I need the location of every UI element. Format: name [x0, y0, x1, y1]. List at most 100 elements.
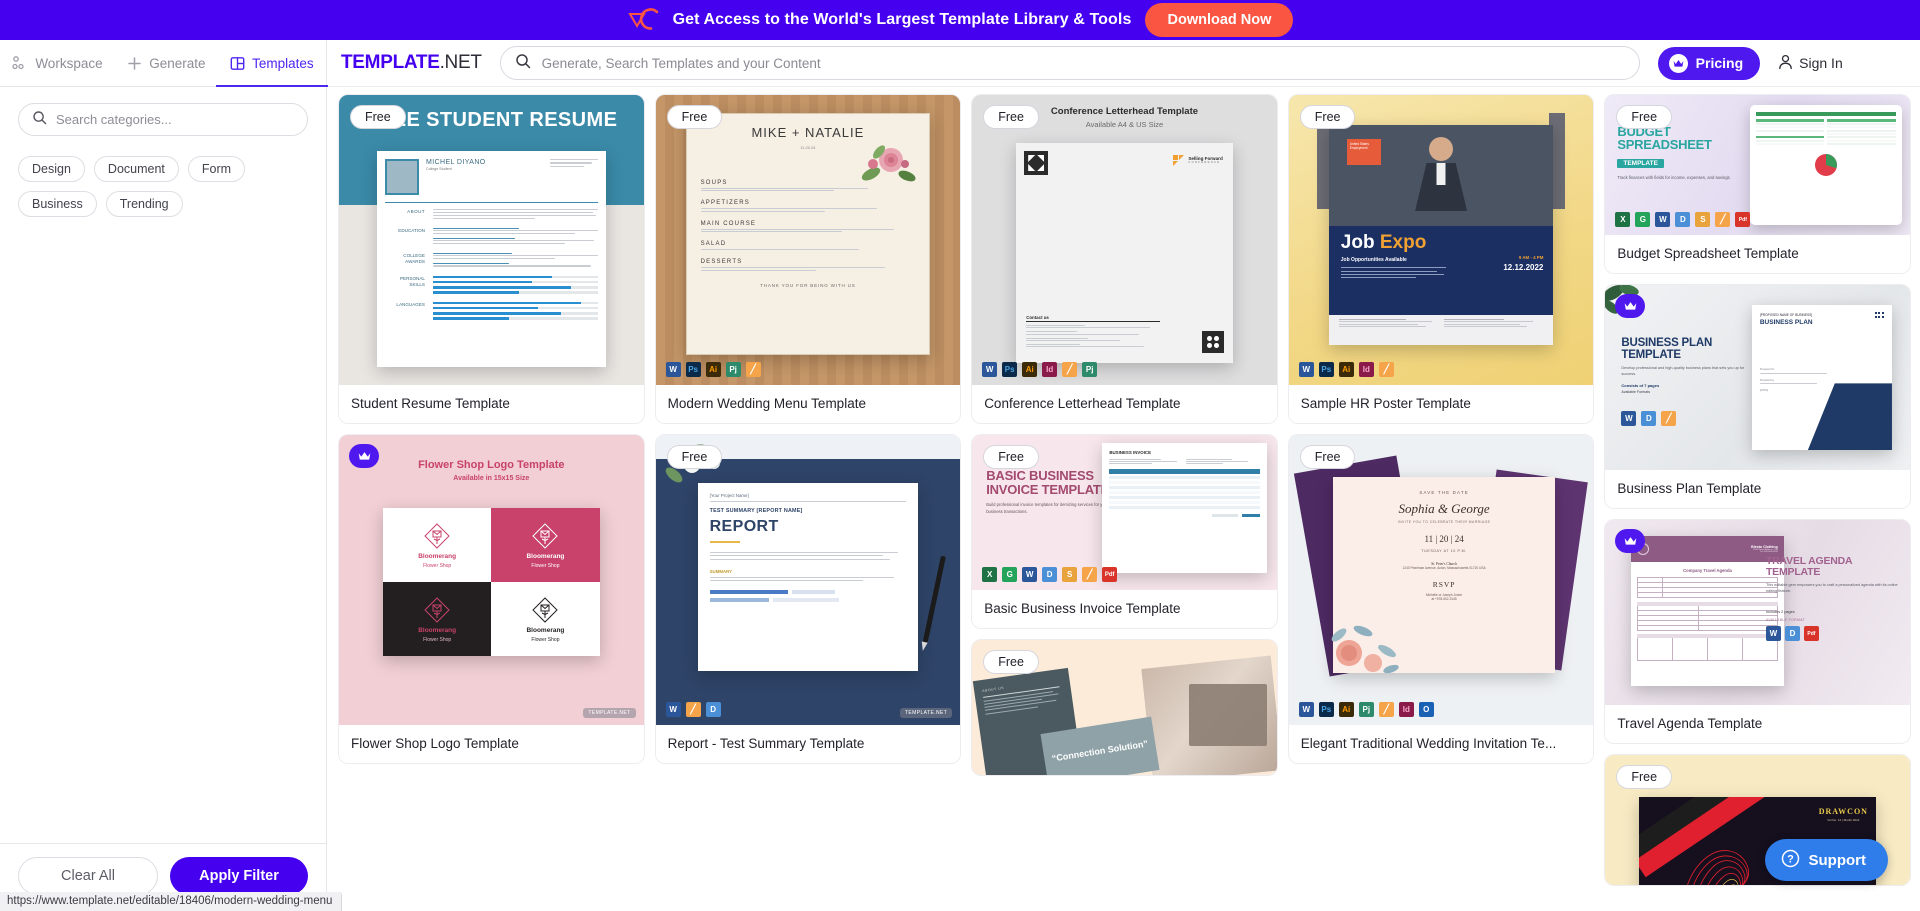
card-thumbnail: SAVE THE DATE Sophia & George INVITE YOU… — [1288, 435, 1594, 725]
pricing-label: Pricing — [1695, 55, 1744, 71]
card-art-tag: TEMPLATE — [1617, 158, 1664, 168]
card-art-brandsub: Flower Shop — [423, 636, 452, 643]
category-search[interactable] — [18, 103, 308, 136]
templates-grid-container[interactable]: FREE STUDENT RESUME MICHEL DIYANO Colleg… — [327, 87, 1920, 911]
search-input[interactable] — [541, 55, 1625, 71]
card-thumbnail: MIKE + NATALIE 11.20.24 SOUPS APPETIZERS… — [655, 95, 961, 385]
badge-premium-crown-icon — [1615, 529, 1646, 553]
format-icon-slides: S — [1062, 567, 1078, 582]
chip-form[interactable]: Form — [187, 156, 246, 182]
clear-all-button[interactable]: Clear All — [18, 857, 158, 895]
template-card-connection-solution[interactable]: ABOUT US “Connection Solution” Free — [972, 640, 1277, 775]
tab-generate[interactable]: Generate — [121, 40, 211, 86]
card-art-sub1: Job Opportunities Available — [1340, 257, 1407, 263]
crown-icon — [1668, 53, 1688, 73]
card-thumbnail: Blesto Clothing 1234 Street Address, Cit… — [1605, 520, 1910, 705]
format-icon-docs: D — [1042, 567, 1058, 582]
promo-text: Get Access to the World's Largest Templa… — [672, 11, 1132, 28]
card-art-line1: [Your Project Name] — [709, 493, 749, 498]
card-art-line2: TEST SUMMARY [REPORT NAME] — [709, 508, 803, 514]
format-icon-word: W — [982, 362, 998, 377]
card-art-desc: This editable gem empowers you to craft … — [1765, 583, 1898, 593]
card-art-person: MICHEL DIYANO — [426, 159, 486, 166]
question-mark-icon: ? — [1781, 849, 1800, 872]
format-icon-excel: X — [1615, 212, 1631, 227]
card-title: Flower Shop Logo Template — [339, 725, 644, 763]
template-card-budget-spreadsheet[interactable]: BUDGET SPREADSHEET TEMPLATE Track financ… — [1605, 95, 1910, 273]
tab-templates[interactable]: Templates — [216, 40, 328, 87]
card-art-brandsub: Flower Shop — [531, 636, 560, 643]
format-icon-pdf: Pdf — [1803, 626, 1819, 642]
template-card-business-plan[interactable]: BUSINESS PLAN TEMPLATE Develop professio… — [1605, 285, 1910, 508]
badge-free: Free — [1299, 105, 1356, 129]
template-card-student-resume[interactable]: FREE STUDENT RESUME MICHEL DIYANO Colleg… — [339, 95, 644, 423]
format-icon-slides: S — [1695, 212, 1711, 227]
card-art-address: 1240 Pearlman Avenue, Acton, Massachuset… — [1402, 566, 1486, 570]
card-art-rsvp: RSVP — [1432, 580, 1456, 590]
chip-design[interactable]: Design — [18, 156, 85, 182]
support-button[interactable]: ? Support — [1764, 839, 1888, 881]
format-icon-word: W — [1765, 626, 1781, 642]
card-title: Sample HR Poster Template — [1288, 385, 1594, 423]
card-art-pages: Includes 2 pages — [1765, 610, 1795, 615]
format-icon-illustrator: Ai — [1022, 362, 1038, 377]
card-art-contact-label: Contact us — [1026, 315, 1049, 321]
format-icons: W Ps Ai Pj ╱ Id O — [1298, 702, 1434, 717]
template-card-sample-hr-poster[interactable]: United States Employment Job Expo Job Op… — [1288, 95, 1594, 423]
tab-workspace[interactable]: Workspace — [6, 40, 108, 86]
card-art-desc: Develop professional and high-quality bu… — [1621, 366, 1745, 376]
card-art-date: 11 | 20 | 24 — [1424, 534, 1464, 544]
card-art-section: APPETIZERS — [700, 200, 750, 207]
format-icon-illustrator: Ai — [705, 362, 721, 377]
chip-business[interactable]: Business — [18, 191, 97, 217]
card-art-sub2: 9 AM - 4 PM — [1518, 255, 1544, 260]
format-icon-sheets: G — [1002, 567, 1018, 582]
pricing-button[interactable]: Pricing — [1657, 46, 1761, 80]
card-title: Budget Spreadsheet Template — [1605, 235, 1910, 273]
brand-logo[interactable]: TEMPLATE.NET — [341, 52, 482, 74]
card-thumbnail: BUDGET SPREADSHEET TEMPLATE Track financ… — [1605, 95, 1910, 235]
chip-document[interactable]: Document — [93, 156, 179, 182]
template-card-travel-agenda[interactable]: Blesto Clothing 1234 Street Address, Cit… — [1605, 520, 1910, 743]
plus-icon — [127, 56, 142, 71]
apply-filter-button[interactable]: Apply Filter — [170, 857, 308, 895]
format-icons: X G W D S ╱ Pdf — [982, 567, 1118, 582]
body-area: Design Document Form Business Trending C… — [0, 87, 1920, 911]
badge-free: Free — [1299, 445, 1356, 469]
template-card-basic-business-invoice[interactable]: BASIC BUSINESS INVOICE TEMPLATE Build pr… — [972, 435, 1277, 628]
format-icon-photoshop: Ps — [685, 362, 701, 377]
global-search[interactable] — [499, 46, 1640, 80]
template-card-modern-wedding-menu[interactable]: MIKE + NATALIE 11.20.24 SOUPS APPETIZERS… — [655, 95, 961, 423]
category-search-input[interactable] — [56, 112, 294, 127]
format-icon-word: W — [1022, 567, 1038, 582]
card-art-brandmark: Bloomerang — [418, 552, 457, 560]
sign-in-button[interactable]: Sign In — [1778, 54, 1843, 73]
template-card-conference-letterhead[interactable]: Conference Letterhead Template Available… — [972, 95, 1277, 423]
card-art-doc-label: [PROPOSED NAME OF BUSINESS] — [1759, 313, 1813, 317]
template-card-elegant-wedding-invitation[interactable]: SAVE THE DATE Sophia & George INVITE YOU… — [1288, 435, 1594, 763]
badge-free: Free — [1616, 765, 1673, 789]
format-icon-indesign: Id — [1042, 362, 1058, 377]
card-art-save-date: SAVE THE DATE — [1419, 490, 1469, 495]
template-card-flower-shop-logo[interactable]: Flower Shop Logo Template Available in 1… — [339, 435, 644, 763]
search-icon — [515, 53, 531, 74]
card-art-section: SALAD — [700, 241, 727, 248]
chip-trending[interactable]: Trending — [105, 191, 183, 217]
templates-masonry: FREE STUDENT RESUME MICHEL DIYANO Colleg… — [339, 95, 1910, 885]
card-thumbnail: ABOUT US “Connection Solution” Free — [972, 640, 1277, 775]
card-art-headline: BUSINESS PLAN TEMPLATE — [1621, 337, 1713, 362]
badge-free: Free — [983, 650, 1039, 674]
category-chips: Design Document Form Business Trending — [18, 156, 308, 217]
main-header: TEMPLATE.NET Pricing — [327, 40, 1920, 87]
card-title: Elegant Traditional Wedding Invitation T… — [1288, 725, 1594, 763]
format-icons: W Ps Ai Id ╱ — [1298, 362, 1394, 377]
support-label: Support — [1808, 851, 1867, 869]
template-card-report-test-summary[interactable]: [Your Project Name] TEST SUMMARY [REPORT… — [655, 435, 961, 763]
card-art-doc-title: Company Travel Agenda — [1683, 568, 1732, 573]
download-now-button[interactable]: Download Now — [1145, 3, 1294, 37]
format-icon-word: W — [665, 702, 681, 717]
format-icons: W Ps Ai Pj ╱ — [665, 362, 761, 377]
filter-sidebar: Design Document Form Business Trending C… — [0, 87, 343, 911]
format-icon-docs: D — [1675, 212, 1691, 227]
format-icon-word: W — [1298, 362, 1314, 377]
